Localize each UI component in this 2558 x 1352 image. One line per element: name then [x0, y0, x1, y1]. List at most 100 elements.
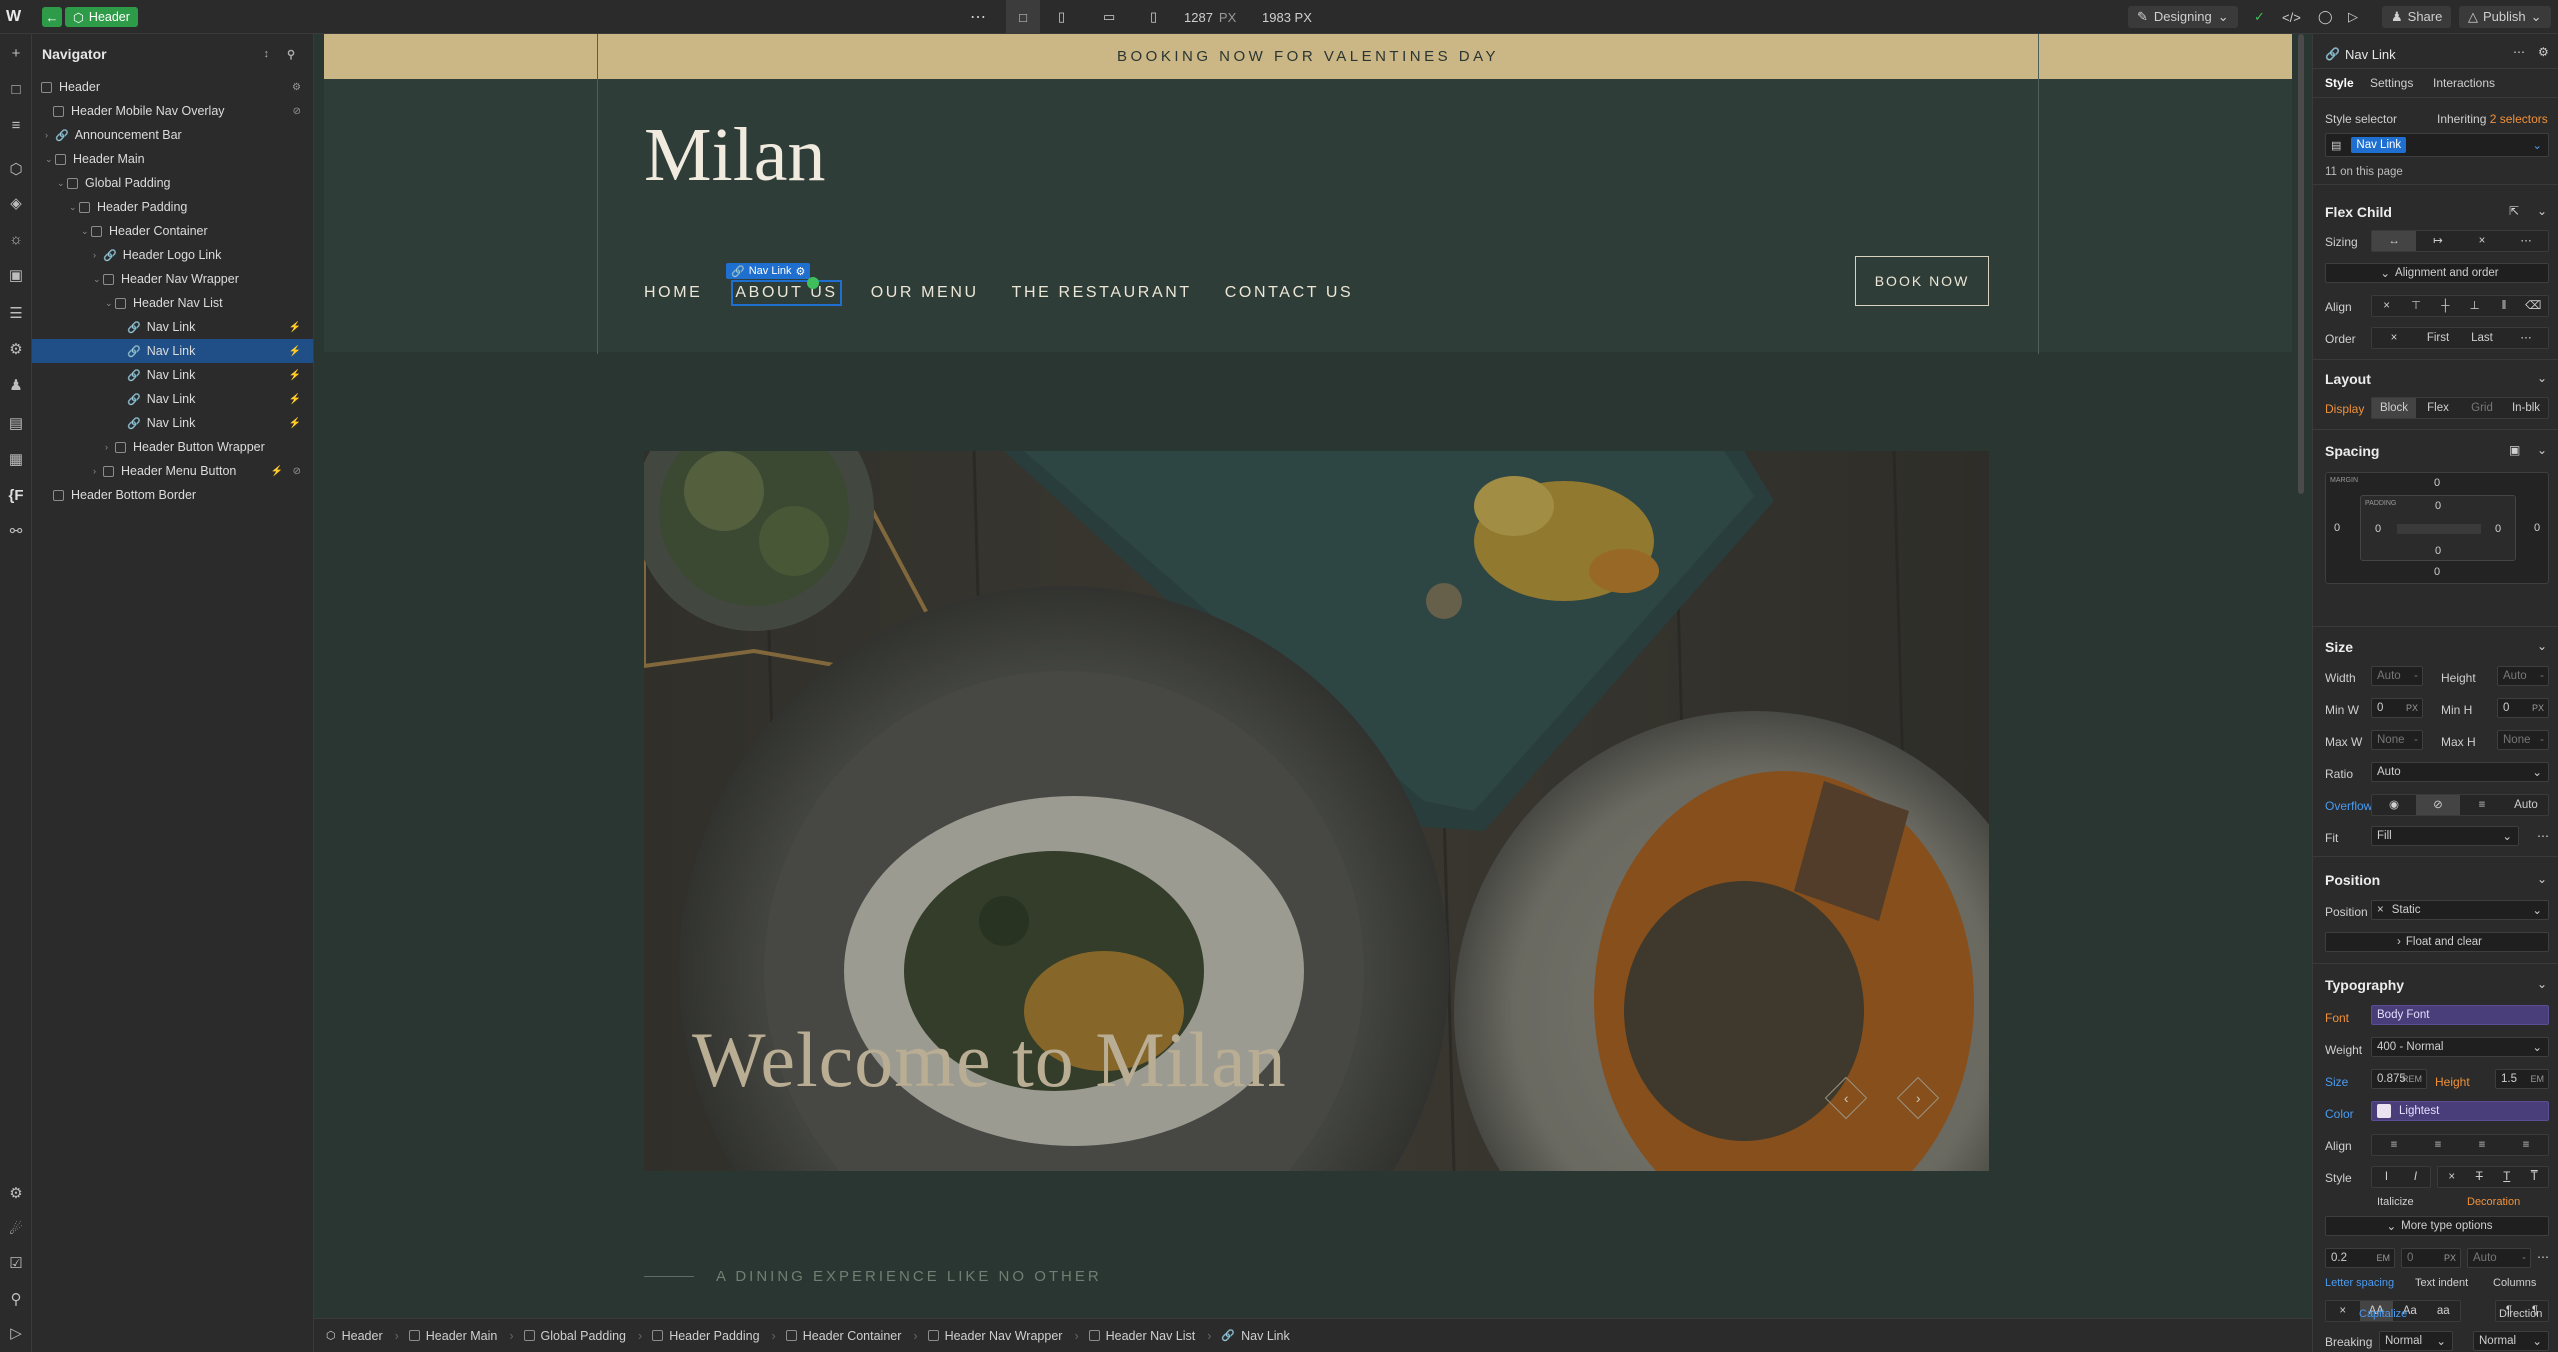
none-icon[interactable]: ×	[2372, 328, 2416, 348]
announcement-bar[interactable]: BOOKING NOW FOR VALENTINES DAY	[324, 34, 2292, 79]
check-icon[interactable]: ✓	[2254, 0, 2265, 34]
component-settings-icon[interactable]: ⚙	[292, 82, 301, 93]
chevron-down-icon[interactable]: ⌄	[69, 202, 79, 213]
design-canvas[interactable]: BOOKING NOW FOR VALENTINES DAY Milan HOM…	[314, 34, 2312, 1318]
section-size[interactable]: Size	[2325, 639, 2353, 655]
columns-input[interactable]: Auto -	[2467, 1248, 2531, 1268]
assets-icon[interactable]: ▣	[6, 266, 26, 286]
component-settings-icon[interactable]: ⚙	[2538, 45, 2549, 59]
chevron-down-icon[interactable]: ⌄	[93, 274, 103, 285]
max-width-input[interactable]: None -	[2371, 730, 2423, 750]
breadcrumb-item[interactable]: Header Nav Wrapper ›	[927, 1329, 1079, 1343]
tablet-breakpoint-icon[interactable]: ▯	[1058, 0, 1065, 34]
breadcrumb-item-current[interactable]: 🔗 Nav Link	[1221, 1329, 1289, 1343]
lightning-icon[interactable]: ⚡	[289, 418, 301, 429]
overline-icon[interactable]: T	[2521, 1167, 2549, 1187]
align-center-icon[interactable]: ≡	[2416, 1135, 2460, 1155]
breadcrumb-item[interactable]: ⬡ Header ›	[326, 1329, 399, 1343]
tree-item[interactable]: Header Bottom Border	[32, 483, 313, 507]
padding-box[interactable]: PADDING 0 0 0 0	[2360, 495, 2516, 561]
settings-gear-icon[interactable]: ⚙	[796, 265, 806, 278]
lightning-icon[interactable]: ⚡	[289, 346, 301, 357]
tab-settings[interactable]: Settings	[2370, 76, 2413, 90]
wrap-select[interactable]: Normal ⌄	[2473, 1331, 2549, 1351]
navigator-icon[interactable]: ≡	[6, 116, 26, 136]
chevron-down-icon[interactable]: ⌄	[2537, 639, 2547, 653]
none-icon[interactable]: ×	[2438, 1167, 2466, 1187]
font-size-input[interactable]: 0.875 REM	[2371, 1069, 2427, 1089]
lightning-icon[interactable]: ⚡	[289, 394, 301, 405]
checklist-icon[interactable]: ☑	[6, 1254, 26, 1274]
align-start-icon[interactable]: ⊤	[2401, 296, 2430, 316]
none-icon[interactable]: ×	[2460, 231, 2504, 251]
users-icon[interactable]: ♟	[6, 376, 26, 396]
styles-icon[interactable]: ☼	[6, 230, 26, 250]
position-select[interactable]: × Static ⌄	[2371, 900, 2549, 920]
selection-tag[interactable]: 🔗 Nav Link ⚙	[726, 263, 811, 279]
section-layout[interactable]: Layout	[2325, 371, 2371, 387]
align-baseline-icon[interactable]: ⌫	[2519, 296, 2548, 316]
chevron-right-icon[interactable]: ›	[93, 466, 103, 476]
chevron-right-icon[interactable]: ›	[45, 130, 55, 140]
tab-interactions[interactable]: Interactions	[2433, 76, 2495, 90]
lightning-icon[interactable]: ⚡	[289, 370, 301, 381]
nav-link-contact[interactable]: CONTACT US	[1225, 284, 1354, 302]
color-select[interactable]: Lightest	[2371, 1101, 2549, 1121]
expand-icon[interactable]: ⇱	[2509, 204, 2519, 218]
more-icon[interactable]: ⋯	[2504, 231, 2548, 251]
fit-select[interactable]: Fill ⌄	[2371, 826, 2519, 846]
chevron-down-icon[interactable]: ⌄	[2537, 371, 2547, 385]
site-logo[interactable]: Milan	[644, 112, 826, 199]
nav-link-menu[interactable]: OUR MENU	[871, 284, 979, 302]
chevron-down-icon[interactable]: ⌄	[45, 154, 55, 165]
mobile-landscape-icon[interactable]: ▭	[1103, 0, 1115, 34]
code-icon[interactable]: </>	[2282, 0, 2301, 34]
share-button[interactable]: ♟ Share	[2382, 6, 2452, 28]
webflow-logo-icon[interactable]: W	[6, 0, 21, 34]
selector-input[interactable]: ▤ Nav Link ⌄	[2325, 133, 2549, 157]
tree-item-nav-link[interactable]: 🔗 Nav Link ⚡	[32, 387, 313, 411]
nav-link-restaurant[interactable]: THE RESTAURANT	[1012, 284, 1192, 302]
desktop-breakpoint-icon[interactable]: □	[1006, 0, 1040, 34]
font-select[interactable]: Body Font	[2371, 1005, 2549, 1025]
more-icon[interactable]: ⋯	[2504, 328, 2548, 348]
lightning-icon[interactable]: ⚡	[271, 466, 283, 477]
sizing-segmented[interactable]: ↔ ↦ × ⋯	[2371, 230, 2549, 252]
chevron-down-icon[interactable]: ⌄	[57, 178, 67, 189]
tree-item[interactable]: › Header Menu Button ⚡ ⊘	[32, 459, 313, 483]
components-icon[interactable]: ⬡	[6, 160, 26, 180]
line-height-input[interactable]: 1.5 EM	[2495, 1069, 2549, 1089]
margin-top-value[interactable]: 0	[2434, 477, 2440, 489]
none-icon[interactable]: ×	[2326, 1301, 2360, 1321]
back-button[interactable]: ←	[42, 7, 62, 27]
more-type-options-toggle[interactable]: ⌄ More type options	[2325, 1216, 2549, 1236]
hidden-icon[interactable]: ⊘	[293, 466, 301, 477]
visible-eye-icon[interactable]: ◉	[2372, 795, 2416, 815]
chevron-down-icon[interactable]: ⌄	[2532, 138, 2542, 152]
text-align-segmented[interactable]: ≡ ≡ ≡ ≡	[2371, 1134, 2549, 1156]
preview-play-icon[interactable]: ▷	[2348, 0, 2358, 34]
padding-top-value[interactable]: 0	[2435, 500, 2441, 512]
order-segmented[interactable]: × First Last ⋯	[2371, 327, 2549, 349]
section-typography[interactable]: Typography	[2325, 977, 2404, 993]
float-clear-toggle[interactable]: › Float and clear	[2325, 932, 2549, 952]
search-icon[interactable]: ⚲	[6, 1290, 26, 1310]
element-context-button[interactable]: ⬡ Header	[65, 7, 138, 27]
tree-item-header[interactable]: Header ⚙	[32, 75, 313, 99]
more-icon[interactable]: ⋯	[2537, 829, 2549, 843]
logic-icon[interactable]: ⚙	[6, 340, 26, 360]
breadcrumb-item[interactable]: Header Main ›	[408, 1329, 514, 1343]
tree-item[interactable]: ⌄ Header Container	[32, 219, 313, 243]
pin-icon[interactable]: ⚲	[287, 48, 295, 61]
tree-item-nav-link-selected[interactable]: 🔗 Nav Link ⚡	[32, 339, 313, 363]
hero-image[interactable]: Welcome to Milan ‹ ›	[644, 451, 1989, 1171]
tree-item[interactable]: › 🔗 Header Logo Link	[32, 243, 313, 267]
chevron-down-icon[interactable]: ⌄	[81, 226, 91, 237]
min-height-input[interactable]: 0 PX	[2497, 698, 2549, 718]
ecommerce-icon[interactable]: ▤	[6, 414, 26, 434]
tree-item[interactable]: Header Mobile Nav Overlay ⊘	[32, 99, 313, 123]
margin-box[interactable]: MARGIN 0 0 0 0 PADDING 0 0 0 0	[2325, 472, 2549, 584]
audit-icon[interactable]: ☄	[6, 1220, 26, 1240]
align-stretch-icon[interactable]: ‖	[2489, 296, 2518, 316]
finsweet-icon[interactable]: {F	[6, 486, 26, 506]
